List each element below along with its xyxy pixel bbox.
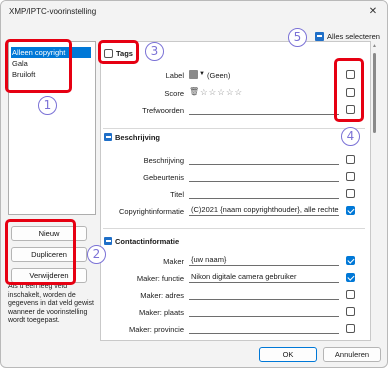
creator-job-row-label: Maker: functie — [136, 274, 184, 283]
callout-badge-5: 5 — [288, 28, 307, 47]
creator-row-checkbox[interactable] — [346, 256, 355, 265]
creator-job-row-checkbox[interactable] — [346, 273, 355, 282]
creator-address-input[interactable] — [189, 289, 339, 300]
label-value[interactable]: (Geen) — [207, 71, 230, 80]
section-divider — [103, 228, 365, 229]
new-button[interactable]: Nieuw — [11, 226, 87, 241]
creator-input[interactable]: {uw naam} — [189, 255, 339, 266]
creator-row-label: Maker — [163, 257, 184, 266]
metadata-panel: Tags Label ▼ (Geen) Score 🗑 ☆☆☆☆☆ Trefwo… — [100, 41, 371, 341]
creator-province-row-label: Maker: provincie — [128, 325, 184, 334]
scrollbar-thumb[interactable] — [373, 53, 376, 133]
keywords-row-checkbox[interactable] — [346, 105, 355, 114]
creator-job-input[interactable]: Nikon digitale camera gebruiker — [189, 272, 339, 283]
vertical-scrollbar[interactable]: ▲ — [371, 41, 378, 341]
description-input[interactable] — [189, 154, 339, 165]
preset-item-bruiloft[interactable]: Bruiloft — [9, 69, 95, 80]
preset-item-alleen-copyright[interactable]: Alleen copyright — [11, 47, 91, 58]
empty-field-note: Als u een leeg veld inschakelt, worden d… — [8, 283, 94, 324]
copyright-row-label: Copyrightinformatie — [118, 207, 184, 216]
creator-province-input[interactable] — [189, 323, 339, 334]
preset-dialog: XMP/IPTC-voorinstelling ✕ Alleen copyrig… — [0, 0, 388, 368]
description-row-label: Beschrijving — [143, 156, 184, 165]
creator-city-row-label: Maker: plaats — [138, 308, 184, 317]
creator-address-row-checkbox[interactable] — [346, 290, 355, 299]
event-row-checkbox[interactable] — [346, 172, 355, 181]
scroll-up-arrow-icon[interactable]: ▲ — [371, 43, 378, 49]
callout-badge-1: 1 — [38, 96, 57, 115]
creator-address-row-label: Maker: adres — [140, 291, 184, 300]
close-icon[interactable]: ✕ — [366, 5, 380, 19]
event-row-label: Gebeurtenis — [143, 173, 184, 182]
copyright-input[interactable]: (C)2021 {naam copyrighthouder}, alle rec… — [189, 205, 339, 216]
copyright-row-checkbox[interactable] — [346, 206, 355, 215]
callout-badge-3: 3 — [145, 42, 164, 61]
trash-icon[interactable]: 🗑 — [189, 87, 199, 96]
preset-item-gala[interactable]: Gala — [9, 58, 95, 69]
delete-button[interactable]: Verwijderen — [11, 268, 87, 283]
title-row-checkbox[interactable] — [346, 189, 355, 198]
creator-city-input[interactable] — [189, 306, 339, 317]
preset-list[interactable]: Alleen copyright Gala Bruiloft — [8, 41, 96, 215]
title-bar: XMP/IPTC-voorinstelling ✕ — [1, 1, 387, 23]
collapse-contact-icon[interactable] — [104, 237, 112, 245]
section-divider — [103, 128, 365, 129]
ok-button[interactable]: OK — [259, 347, 317, 362]
creator-city-row-checkbox[interactable] — [346, 307, 355, 316]
label-row-label: Label — [165, 71, 184, 80]
event-input[interactable] — [189, 171, 339, 182]
callout-badge-2: 2 — [87, 245, 106, 264]
description-section-title: Beschrijving — [115, 133, 161, 142]
tags-section-checkbox[interactable] — [104, 49, 113, 58]
score-row-label: Score — [164, 89, 184, 98]
label-color-swatch-icon[interactable] — [189, 70, 198, 79]
window-title: XMP/IPTC-voorinstelling — [9, 7, 97, 16]
contact-section-title: Contactinformatie — [115, 237, 180, 246]
keywords-input[interactable] — [189, 104, 339, 115]
label-row-checkbox[interactable] — [346, 70, 355, 79]
keywords-row-label: Trefwoorden — [142, 106, 184, 115]
title-input[interactable] — [189, 188, 339, 199]
score-row-checkbox[interactable] — [346, 88, 355, 97]
chevron-down-icon[interactable]: ▼ — [199, 71, 205, 77]
tags-section-title: Tags — [116, 49, 133, 58]
cancel-button[interactable]: Annuleren — [323, 347, 381, 362]
select-all-label: Alles selecteren — [327, 32, 380, 41]
description-row-checkbox[interactable] — [346, 155, 355, 164]
collapse-description-icon[interactable] — [104, 133, 112, 141]
title-row-label: Titel — [170, 190, 184, 199]
rating-stars[interactable]: ☆☆☆☆☆ — [200, 87, 243, 98]
duplicate-button[interactable]: Dupliceren — [11, 247, 87, 262]
select-all-checkbox[interactable] — [315, 32, 324, 41]
creator-province-row-checkbox[interactable] — [346, 324, 355, 333]
callout-badge-4: 4 — [341, 127, 360, 146]
